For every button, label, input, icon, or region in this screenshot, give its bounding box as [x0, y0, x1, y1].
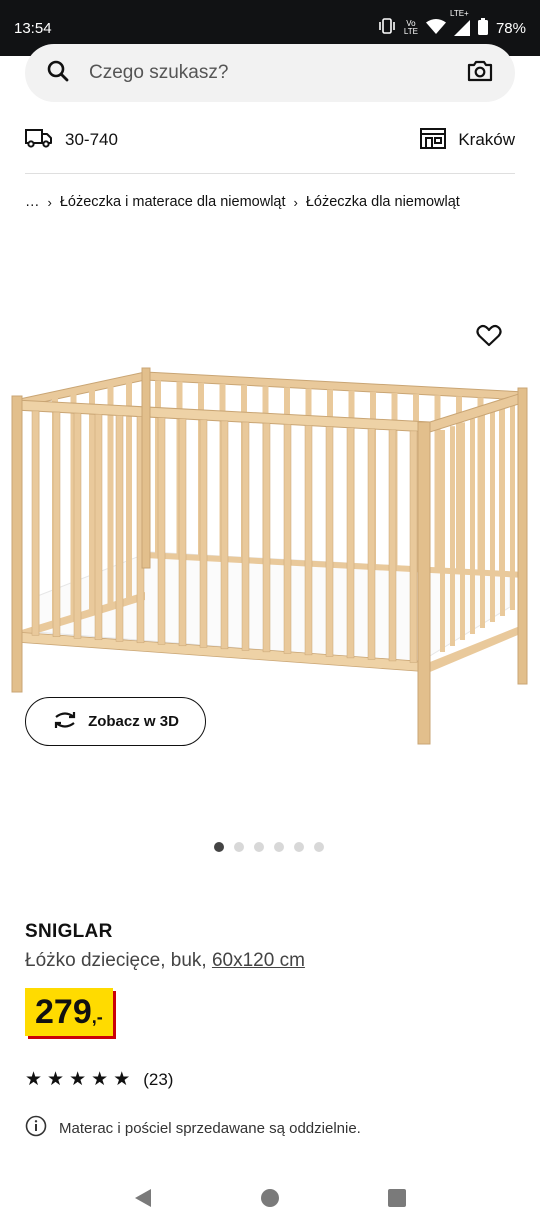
gallery-pagination[interactable]	[214, 842, 324, 852]
store-selector[interactable]: Kraków	[420, 127, 515, 154]
chevron-right-icon: ›	[47, 194, 52, 210]
delivery-postal-code[interactable]: 30-740	[25, 128, 118, 153]
price-tag: 279 ,-	[25, 988, 113, 1036]
info-note: Materac i pościel sprzedawane są oddziel…	[25, 1115, 361, 1141]
product-size-link[interactable]: 60x120 cm	[212, 950, 305, 971]
battery-icon	[477, 17, 488, 39]
breadcrumb-item[interactable]: Łóżeczka i materace dla niemowląt	[60, 194, 286, 210]
store-name: Kraków	[458, 130, 515, 149]
view-3d-button[interactable]: Zobacz w 3D	[25, 697, 206, 746]
recents-icon[interactable]	[388, 1188, 406, 1212]
status-time: 13:54	[14, 19, 52, 37]
divider	[25, 173, 515, 174]
price-suffix: ,-	[91, 1007, 103, 1027]
rotate-3d-icon	[52, 711, 78, 733]
gallery-dot[interactable]	[234, 842, 244, 852]
chevron-right-icon: ›	[293, 194, 298, 210]
star-icon: ★	[113, 1069, 131, 1090]
search-icon[interactable]	[47, 60, 69, 87]
battery-percent: 78%	[495, 19, 526, 37]
price-value: 279	[35, 993, 92, 1031]
info-icon	[25, 1115, 47, 1141]
wifi-icon	[425, 18, 446, 38]
gallery-dot[interactable]	[254, 842, 264, 852]
vibrate-icon	[378, 18, 396, 38]
store-icon	[420, 127, 447, 154]
breadcrumb-item[interactable]: Łóżeczka dla niemowląt	[306, 194, 460, 210]
product-description: Łóżko dziecięce, buk, 60x120 cm	[25, 950, 305, 971]
star-icon: ★	[69, 1069, 87, 1090]
truck-icon	[25, 128, 53, 153]
gallery-dot[interactable]	[294, 842, 304, 852]
info-text: Materac i pościel sprzedawane są oddziel…	[59, 1119, 361, 1137]
back-icon[interactable]	[134, 1188, 152, 1213]
search-bar[interactable]: Czego szukasz?	[25, 44, 515, 102]
star-icon: ★	[91, 1069, 109, 1090]
volte-icon: Vo LTE	[403, 19, 418, 36]
favorite-heart-icon[interactable]	[476, 324, 502, 353]
breadcrumb-ellipsis[interactable]: …	[25, 194, 40, 210]
star-icon: ★	[47, 1069, 65, 1090]
signal-icon: LTE+	[450, 10, 470, 36]
camera-icon[interactable]	[467, 60, 493, 87]
gallery-dot[interactable]	[214, 842, 224, 852]
home-icon[interactable]	[260, 1188, 280, 1213]
gallery-dot[interactable]	[314, 842, 324, 852]
rating[interactable]: ★ ★ ★ ★ ★ (23)	[25, 1068, 173, 1091]
postal-code: 30-740	[65, 130, 118, 149]
breadcrumb: … › Łóżeczka i materace dla niemowląt › …	[25, 194, 520, 210]
view-3d-label: Zobacz w 3D	[88, 713, 179, 730]
product-name: SNIGLAR	[25, 921, 113, 942]
system-nav-bar	[0, 1170, 540, 1230]
gallery-dot[interactable]	[274, 842, 284, 852]
review-count[interactable]: (23)	[143, 1070, 173, 1090]
search-input[interactable]: Czego szukasz?	[89, 62, 467, 84]
star-icon: ★	[25, 1069, 43, 1090]
